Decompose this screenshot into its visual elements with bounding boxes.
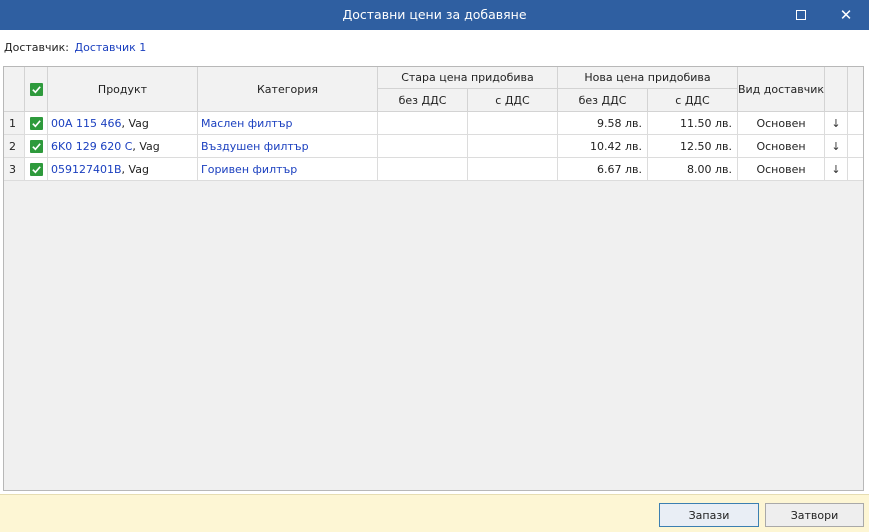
column-header-new-with-vat[interactable]: с ДДС [648, 89, 738, 112]
column-header-category[interactable]: Категория [198, 67, 378, 112]
column-header-old-no-vat[interactable]: без ДДС [378, 89, 468, 112]
old-no-vat-cell[interactable] [378, 158, 468, 181]
old-with-vat-cell[interactable] [468, 135, 558, 158]
row-filler [848, 112, 863, 135]
save-button[interactable]: Запази [659, 503, 759, 527]
row-checkbox[interactable] [29, 116, 43, 130]
product-cell: 6K0 129 620 C, Vag [48, 135, 198, 158]
window-title: Доставни цени за добавяне [342, 7, 527, 22]
title-bar[interactable]: Доставни цени за добавяне ✕ [0, 0, 869, 30]
row-number: 1 [4, 112, 25, 135]
column-header-supplier-type[interactable]: Вид доставчик [738, 67, 825, 112]
old-with-vat-cell[interactable] [468, 158, 558, 181]
product-brand: , Vag [121, 116, 149, 130]
supplier-type-cell[interactable]: Основен [738, 112, 825, 135]
category-cell: Въздушен филтър [198, 135, 378, 158]
column-header-product[interactable]: Продукт [48, 67, 198, 112]
arrow-down-icon: ↓ [831, 162, 841, 176]
close-button[interactable]: Затвори [765, 503, 864, 527]
old-with-vat-cell[interactable] [468, 112, 558, 135]
check-icon [31, 119, 41, 127]
category-cell: Горивен филтър [198, 158, 378, 181]
supplier-link[interactable]: Доставчик 1 [75, 41, 147, 54]
category-cell: Маслен филтър [198, 112, 378, 135]
row-number-header [4, 67, 25, 112]
supplier-row: Доставчик: Доставчик 1 [4, 41, 146, 55]
check-icon [31, 142, 41, 150]
product-link[interactable]: 059127401B [51, 163, 122, 176]
close-icon: ✕ [839, 5, 853, 24]
close-window-button[interactable]: ✕ [823, 0, 869, 30]
new-with-vat-cell[interactable]: 11.50 лв. [648, 112, 738, 135]
product-brand: , Vag [132, 139, 160, 153]
new-no-vat-cell[interactable]: 6.67 лв. [558, 158, 648, 181]
move-down-button[interactable]: ↓ [825, 158, 848, 181]
row-checkbox-cell[interactable] [25, 158, 48, 181]
prices-grid: Продукт Категория Стара цена придобива Н… [3, 66, 864, 491]
check-icon [31, 165, 41, 173]
product-brand: , Vag [121, 162, 149, 176]
column-header-action [825, 67, 848, 112]
new-no-vat-cell[interactable]: 10.42 лв. [558, 135, 648, 158]
dialog-window: Доставни цени за добавяне ✕ Доставчик: Д… [0, 0, 869, 532]
check-icon [31, 85, 41, 93]
column-header-filler [848, 67, 863, 112]
new-with-vat-cell[interactable]: 8.00 лв. [648, 158, 738, 181]
select-all-checkbox[interactable] [29, 82, 43, 96]
move-down-button[interactable]: ↓ [825, 135, 848, 158]
category-link[interactable]: Въздушен филтър [201, 140, 309, 153]
select-all-header[interactable] [25, 67, 48, 112]
column-header-old-price: Стара цена придобива [378, 67, 558, 89]
row-checkbox[interactable] [29, 162, 43, 176]
category-link[interactable]: Маслен филтър [201, 117, 293, 130]
column-header-new-no-vat[interactable]: без ДДС [558, 89, 648, 112]
old-no-vat-cell[interactable] [378, 135, 468, 158]
arrow-down-icon: ↓ [831, 116, 841, 130]
product-cell: 059127401B, Vag [48, 158, 198, 181]
row-filler [848, 135, 863, 158]
maximize-icon [796, 10, 806, 20]
row-checkbox-cell[interactable] [25, 135, 48, 158]
new-no-vat-cell[interactable]: 9.58 лв. [558, 112, 648, 135]
row-number: 2 [4, 135, 25, 158]
row-number: 3 [4, 158, 25, 181]
product-link[interactable]: 6K0 129 620 C [51, 140, 132, 153]
column-header-old-with-vat[interactable]: с ДДС [468, 89, 558, 112]
old-no-vat-cell[interactable] [378, 112, 468, 135]
maximize-button[interactable] [778, 0, 824, 30]
row-checkbox[interactable] [29, 139, 43, 153]
category-link[interactable]: Горивен филтър [201, 163, 297, 176]
arrow-down-icon: ↓ [831, 139, 841, 153]
supplier-type-cell[interactable]: Основен [738, 135, 825, 158]
row-filler [848, 158, 863, 181]
new-with-vat-cell[interactable]: 12.50 лв. [648, 135, 738, 158]
column-header-new-price: Нова цена придобива [558, 67, 738, 89]
product-link[interactable]: 00A 115 466 [51, 117, 122, 130]
footer-bar: Запази Затвори [0, 494, 869, 532]
move-down-button[interactable]: ↓ [825, 112, 848, 135]
supplier-type-cell[interactable]: Основен [738, 158, 825, 181]
product-cell: 00A 115 466, Vag [48, 112, 198, 135]
supplier-label: Доставчик: [4, 41, 70, 54]
row-checkbox-cell[interactable] [25, 112, 48, 135]
